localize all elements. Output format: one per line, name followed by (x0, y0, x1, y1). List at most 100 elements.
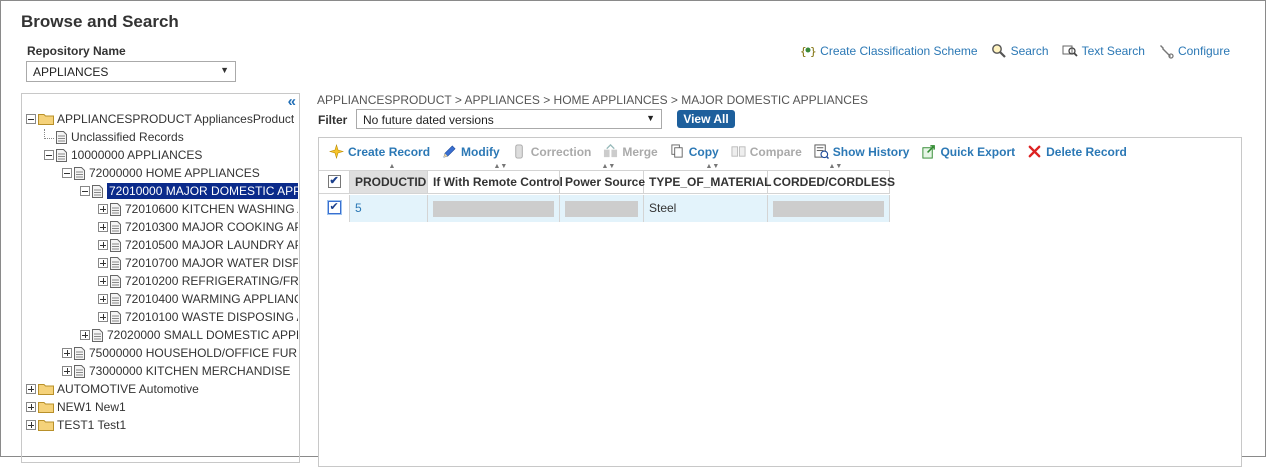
copy-label: Copy (688, 144, 719, 159)
folder-icon (38, 384, 54, 395)
collapse-icon[interactable] (80, 186, 90, 196)
modify-button[interactable]: Modify (442, 144, 500, 159)
expand-icon[interactable] (26, 384, 36, 394)
delete-record-button[interactable]: Delete Record (1027, 144, 1127, 159)
view-all-button[interactable]: View All (677, 110, 735, 128)
configure-link[interactable]: Configure (1158, 43, 1230, 59)
grid-header: ▲ PRODUCTID ▲▼ If With Remote Control ▲▼ Po… (319, 163, 895, 194)
search-icon (991, 44, 1006, 58)
column-header-corded-cordless[interactable]: ▲▼ CORDED/CORDLESS (768, 163, 895, 193)
delete-icon (1028, 145, 1041, 158)
sort-indicator-icon: ▲ (388, 163, 396, 170)
compare-button[interactable]: Compare (731, 144, 802, 159)
repository-select[interactable]: APPLIANCES ▼ (26, 61, 236, 82)
tree-node[interactable]: TEST1 Test1 (26, 416, 298, 434)
tree-node[interactable]: 73000000 KITCHEN MERCHANDISE (62, 362, 298, 380)
select-all-checkbox[interactable] (327, 174, 341, 189)
cell-power-source (560, 195, 644, 222)
expand-icon[interactable] (98, 276, 108, 286)
tree-node[interactable]: 72010000 MAJOR DOMESTIC APPLIANCES (80, 182, 298, 200)
collapse-panel-icon[interactable]: « (288, 94, 296, 109)
dropdown-arrow-icon: ▼ (646, 113, 655, 123)
quick-export-label: Quick Export (940, 144, 1016, 159)
tree-node-label: 73000000 KITCHEN MERCHANDISE (89, 364, 291, 378)
tree-node-label: 72010100 WASTE DISPOSING APPLIANCES (125, 310, 298, 324)
export-icon (922, 145, 936, 159)
tree-node[interactable]: 72010700 MAJOR WATER DISPENSERS (98, 254, 298, 272)
column-header-productid[interactable]: ▲ PRODUCTID (350, 163, 428, 193)
create-classification-scheme-label: Create Classification Scheme (820, 44, 978, 58)
collapse-icon[interactable] (62, 168, 72, 178)
expand-icon[interactable] (80, 330, 90, 340)
expand-icon[interactable] (26, 420, 36, 430)
column-header-power-source[interactable]: ▲▼ Power Source (560, 163, 645, 193)
redacted-value (433, 201, 554, 217)
document-icon (110, 220, 121, 234)
collapse-icon[interactable] (44, 150, 54, 160)
column-header-label: TYPE_OF_MATERIAL (649, 175, 772, 189)
tree-node[interactable]: 75000000 HOUSEHOLD/OFFICE FURNITURE (62, 344, 298, 362)
tree-node-label: 75000000 HOUSEHOLD/OFFICE FURNITURE (89, 346, 298, 360)
search-label: Search (1010, 44, 1049, 58)
tree-node-label: 72010700 MAJOR WATER DISPENSERS (125, 256, 298, 270)
text-search-link[interactable]: Text Search (1062, 43, 1145, 59)
expand-icon[interactable] (98, 204, 108, 214)
expand-icon[interactable] (98, 258, 108, 268)
copy-icon (671, 144, 683, 158)
wrench-icon (1159, 45, 1174, 59)
tree-node[interactable]: AUTOMOTIVE Automotive (26, 380, 298, 398)
expand-icon[interactable] (62, 348, 72, 358)
tree-node-label: 72010500 MAJOR LAUNDRY APPLIANCES (125, 238, 298, 252)
tree-node[interactable]: 10000000 APPLIANCES (44, 146, 298, 164)
breadcrumb: APPLIANCESPRODUCT > APPLIANCES > HOME AP… (317, 93, 868, 107)
tree-node[interactable]: 72010600 KITCHEN WASHING APPLIANCES (98, 200, 298, 218)
document-icon (74, 166, 85, 180)
expand-icon[interactable] (26, 402, 36, 412)
tree-node[interactable]: APPLIANCESPRODUCT AppliancesProduct (26, 110, 298, 128)
copy-button[interactable]: Copy (670, 144, 719, 159)
tree-node-label: 72010300 MAJOR COOKING APPLIANCES (125, 220, 298, 234)
row-checkbox[interactable] (327, 200, 341, 215)
document-icon (56, 130, 67, 144)
merge-label: Merge (622, 144, 658, 159)
expand-icon[interactable] (62, 366, 72, 376)
quick-export-button[interactable]: Quick Export (921, 144, 1015, 159)
text-search-label: Text Search (1081, 44, 1145, 58)
tree-node[interactable]: 72010200 REFRIGERATING/FREEZING APPLIANC… (98, 272, 298, 290)
tree-node[interactable]: 72010100 WASTE DISPOSING APPLIANCES (98, 308, 298, 326)
tree-node[interactable]: NEW1 New1 (26, 398, 298, 416)
tree-connector (44, 129, 54, 139)
collapse-icon[interactable] (26, 114, 36, 124)
tree-node[interactable]: 72010400 WARMING APPLIANCES (98, 290, 298, 308)
tree-node[interactable]: 72010500 MAJOR LAUNDRY APPLIANCES (98, 236, 298, 254)
cell-corded-cordless (768, 195, 890, 222)
tree-node[interactable]: 72010300 MAJOR COOKING APPLIANCES (98, 218, 298, 236)
correction-button[interactable]: Correction (512, 144, 591, 159)
expand-icon[interactable] (98, 294, 108, 304)
tree-node-label: 72000000 HOME APPLIANCES (89, 166, 260, 180)
create-classification-scheme-link[interactable]: {} Create Classification Scheme (800, 43, 977, 59)
document-icon (74, 346, 85, 360)
sort-indicator-icon: ▲▼ (601, 163, 616, 170)
search-link[interactable]: Search (991, 43, 1049, 59)
tree-node[interactable]: Unclassified Records (44, 128, 298, 146)
tree-node-label: NEW1 New1 (57, 400, 126, 414)
filter-select[interactable]: No future dated versions ▼ (356, 109, 662, 129)
merge-button[interactable]: Merge (603, 144, 658, 159)
show-history-button[interactable]: Show History (814, 144, 909, 159)
select-all-cell (319, 171, 350, 193)
table-row[interactable]: 5 Steel (319, 195, 890, 222)
sort-indicator-icon: ▲▼ (705, 163, 720, 170)
tree-node[interactable]: 72020000 SMALL DOMESTIC APPLIANCES (80, 326, 298, 344)
column-header-remote-control[interactable]: ▲▼ If With Remote Control (428, 163, 563, 193)
dropdown-arrow-icon: ▼ (220, 65, 229, 75)
document-icon (56, 148, 67, 162)
expand-icon[interactable] (98, 240, 108, 250)
expand-icon[interactable] (98, 222, 108, 232)
cell-type-of-material: Steel (644, 195, 768, 222)
column-header-type-of-material[interactable]: ▲▼ TYPE_OF_MATERIAL (644, 163, 772, 193)
create-record-button[interactable]: Create Record (329, 144, 430, 159)
cell-productid[interactable]: 5 (350, 195, 428, 222)
expand-icon[interactable] (98, 312, 108, 322)
tree-node[interactable]: 72000000 HOME APPLIANCES (62, 164, 298, 182)
